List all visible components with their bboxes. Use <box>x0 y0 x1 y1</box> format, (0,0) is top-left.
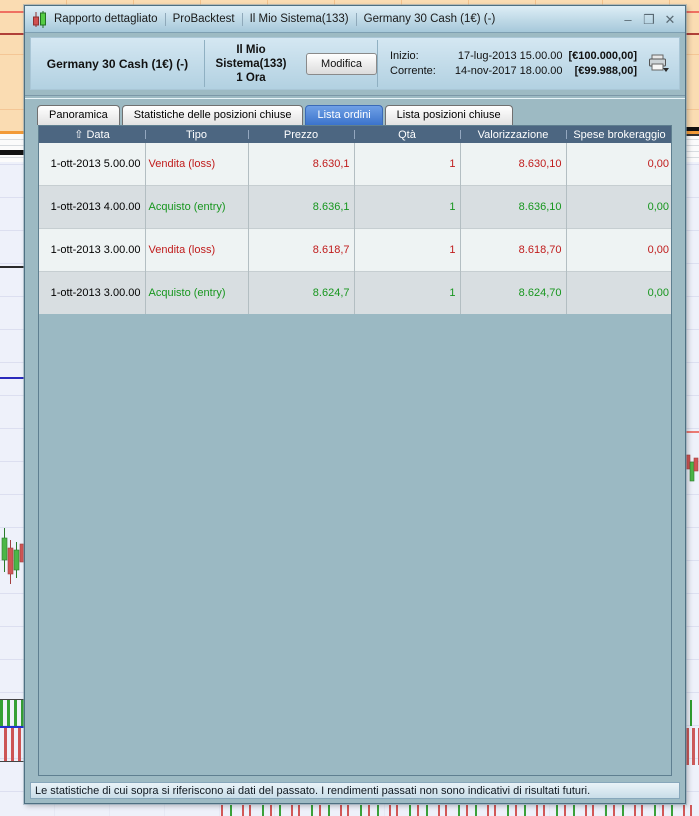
column-header-valorizzazione[interactable]: Valorizzazione <box>460 126 566 143</box>
start-value: [€100.000,00] <box>568 50 638 62</box>
tab-bar: Panoramica Statistiche delle posizioni c… <box>37 105 685 125</box>
title-divider <box>355 12 357 26</box>
candlestick-icon <box>33 10 46 28</box>
start-label: Inizio: <box>390 50 419 62</box>
title-divider <box>164 12 166 26</box>
order-row[interactable]: 1-ott-2013 3.00.00 Acquisto (entry) 8.62… <box>39 271 671 314</box>
title-divider <box>241 12 243 26</box>
order-price: 8.636,1 <box>248 185 355 229</box>
order-type: Vendita (loss) <box>145 143 249 186</box>
window-title-instrument: Germany 30 Cash (1€) (-) <box>363 13 496 25</box>
column-header-prezzo[interactable]: Prezzo <box>248 126 354 143</box>
order-type: Acquisto (entry) <box>145 271 249 314</box>
close-button[interactable]: ✕ <box>663 13 677 26</box>
tab-statistiche-posizioni-chiuse[interactable]: Statistiche delle posizioni chiuse <box>121 105 304 125</box>
column-header-tipo[interactable]: Tipo <box>145 126 248 143</box>
order-price: 8.630,1 <box>248 143 355 186</box>
order-valuation: 8.636,10 <box>460 185 567 229</box>
order-date: 1-ott-2013 3.00.00 <box>39 271 146 314</box>
window-titlebar[interactable]: Rapporto dettagliato ProBacktest Il Mio … <box>25 6 685 33</box>
instrument-name: Germany 30 Cash (1€) (-) <box>46 56 189 71</box>
window-title-report: Rapporto dettagliato <box>54 13 158 25</box>
order-date: 1-ott-2013 3.00.00 <box>39 228 146 272</box>
current-datetime: 14-nov-2017 18.00.00 <box>454 65 563 77</box>
tab-lista-posizioni-chiuse[interactable]: Lista posizioni chiuse <box>384 105 513 125</box>
account-section: Inizio: 17-lug-2013 15.00.00 [€100.000,0… <box>378 38 679 89</box>
column-header-spese[interactable]: Spese brokeraggio <box>566 126 671 143</box>
background-black-line-right <box>685 127 699 131</box>
order-qty: 1 <box>354 143 461 186</box>
order-date: 1-ott-2013 4.00.00 <box>39 185 146 229</box>
print-button[interactable] <box>645 54 671 73</box>
printer-icon <box>648 54 669 72</box>
window-title-system: Il Mio Sistema(133) <box>249 13 349 25</box>
system-timeframe: 1 Ora <box>236 71 266 84</box>
order-price: 8.618,7 <box>248 228 355 272</box>
background-volume-bottom-strip <box>215 805 699 816</box>
header-separator <box>25 95 685 99</box>
orders-header-row: ⇧ Data Tipo Prezzo Qtà Valorizzazione Spe… <box>39 126 671 143</box>
modify-button[interactable]: Modifica <box>306 52 377 75</box>
order-valuation: 8.618,70 <box>460 228 567 272</box>
orders-panel: ⇧ Data Tipo Prezzo Qtà Valorizzazione Spe… <box>38 125 672 776</box>
order-qty: 1 <box>354 185 461 229</box>
system-section: Il Mio Sistema(133) 1 Ora Modifica <box>205 38 377 89</box>
current-label: Corrente: <box>390 65 436 77</box>
order-fees: 0,00 <box>566 228 671 272</box>
order-price: 8.624,7 <box>248 271 355 314</box>
order-row[interactable]: 1-ott-2013 5.00.00 Vendita (loss) 8.630,… <box>39 143 671 186</box>
order-row[interactable]: 1-ott-2013 3.00.00 Vendita (loss) 8.618,… <box>39 228 671 272</box>
order-valuation: 8.624,70 <box>460 271 567 314</box>
tab-lista-ordini[interactable]: Lista ordini <box>305 105 383 125</box>
background-black-line-left <box>0 150 26 155</box>
report-info-header: Germany 30 Cash (1€) (-) Il Mio Sistema(… <box>30 37 680 90</box>
start-datetime: 17-lug-2013 15.00.00 <box>457 50 563 62</box>
orders-table: ⇧ Data Tipo Prezzo Qtà Valorizzazione Spe… <box>39 126 671 314</box>
order-fees: 0,00 <box>566 185 671 229</box>
background-volume-left-red <box>0 728 25 762</box>
minimize-button[interactable]: – <box>621 13 635 26</box>
report-window: Rapporto dettagliato ProBacktest Il Mio … <box>24 5 686 804</box>
account-grid: Inizio: 17-lug-2013 15.00.00 [€100.000,0… <box>390 50 637 77</box>
order-qty: 1 <box>354 228 461 272</box>
background-volume-left-green <box>0 699 25 727</box>
order-fees: 0,00 <box>566 271 671 314</box>
disclaimer-bar: Le statistiche di cui sopra si riferisco… <box>30 782 680 799</box>
background-black-line-right-2 <box>685 134 699 136</box>
column-header-qta[interactable]: Qtà <box>354 126 460 143</box>
background-volume-right-green <box>690 700 692 726</box>
panel-empty-area <box>39 314 671 775</box>
system-name: Il Mio Sistema(133) <box>215 43 287 70</box>
order-date: 1-ott-2013 5.00.00 <box>39 143 146 186</box>
background-blue-line-left <box>0 377 26 379</box>
background-dark-line-left <box>0 266 26 268</box>
maximize-button[interactable]: ❒ <box>642 13 656 26</box>
order-row[interactable]: 1-ott-2013 4.00.00 Acquisto (entry) 8.63… <box>39 185 671 229</box>
order-fees: 0,00 <box>566 143 671 186</box>
tab-panoramica[interactable]: Panoramica <box>37 105 120 125</box>
background-volume-right-red <box>686 728 699 765</box>
order-type: Acquisto (entry) <box>145 185 249 229</box>
order-type: Vendita (loss) <box>145 228 249 272</box>
current-value: [€99.988,00] <box>574 65 637 77</box>
column-header-data[interactable]: ⇧ Data <box>39 126 145 143</box>
sort-asc-icon: ⇧ <box>74 129 84 141</box>
system-block: Il Mio Sistema(133) 1 Ora <box>205 43 297 85</box>
window-title-probacktest: ProBacktest <box>172 13 235 25</box>
order-qty: 1 <box>354 271 461 314</box>
order-valuation: 8.630,10 <box>460 143 567 186</box>
background-red-line-right <box>685 431 699 433</box>
